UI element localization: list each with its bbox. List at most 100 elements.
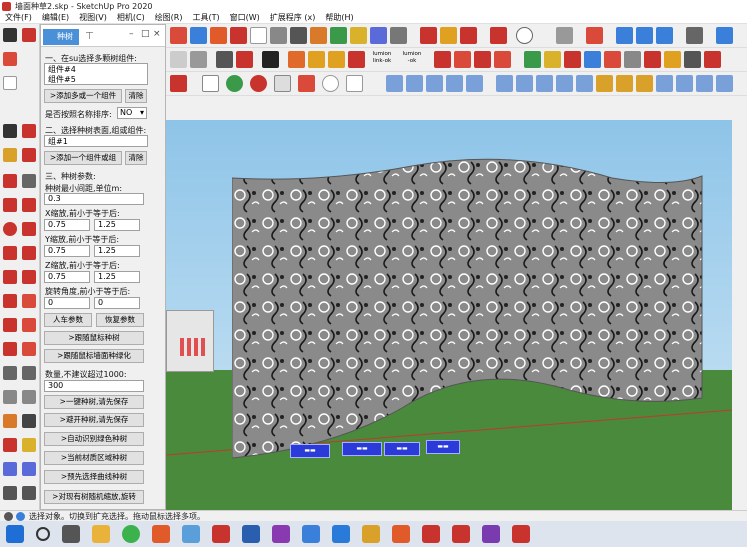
panel-tab-pin-icon[interactable]: ⊤ bbox=[85, 31, 94, 42]
extension-icon[interactable] bbox=[440, 27, 457, 44]
select-small-icon[interactable] bbox=[170, 51, 187, 68]
make-component-icon[interactable] bbox=[22, 124, 36, 138]
solid-tools-icon[interactable] bbox=[586, 27, 603, 44]
eye-icon[interactable] bbox=[3, 52, 17, 66]
group-list[interactable]: 组件#4 组件#5 bbox=[44, 63, 148, 85]
onenote-icon[interactable] bbox=[272, 525, 290, 543]
curve-plant-button[interactable]: >预先选择曲线种树 bbox=[44, 470, 144, 484]
pan-icon[interactable] bbox=[350, 27, 367, 44]
dice-icon[interactable] bbox=[202, 75, 219, 92]
menu-help[interactable]: 帮助(H) bbox=[320, 12, 358, 23]
box-g-icon[interactable] bbox=[516, 75, 533, 92]
tool-i-icon[interactable] bbox=[604, 51, 621, 68]
sphere-icon[interactable] bbox=[322, 75, 339, 92]
section-icon[interactable] bbox=[556, 27, 573, 44]
x-scale-max-input[interactable]: 1.25 bbox=[94, 219, 140, 231]
surface-input[interactable]: 组#1 bbox=[44, 135, 148, 147]
clear-components-button[interactable]: 清除 bbox=[125, 89, 147, 103]
tool-l-icon[interactable] bbox=[664, 51, 681, 68]
pushpull-tool-icon[interactable] bbox=[22, 294, 36, 308]
box-j-icon[interactable] bbox=[576, 75, 593, 92]
circle-tool-icon[interactable] bbox=[3, 222, 17, 236]
task-view-icon[interactable] bbox=[62, 525, 80, 543]
count-input[interactable]: 300 bbox=[44, 380, 144, 392]
x-scale-min-input[interactable]: 0.75 bbox=[44, 219, 90, 231]
close-icon[interactable]: × bbox=[153, 29, 161, 39]
add-multi-component-button[interactable]: >添加多或一个组件 bbox=[44, 89, 122, 103]
style-icon[interactable] bbox=[686, 27, 703, 44]
add-one-component-button[interactable]: >添加一个组件或组 bbox=[44, 151, 122, 165]
tape-tool-icon[interactable] bbox=[3, 366, 17, 380]
sort-select[interactable]: NO ▾ bbox=[117, 107, 147, 119]
move-tool-icon[interactable] bbox=[3, 294, 17, 308]
offset-icon[interactable] bbox=[250, 27, 267, 44]
restore-params-button[interactable]: 恢复参数 bbox=[96, 313, 144, 327]
axes-tool-icon[interactable] bbox=[3, 414, 17, 428]
circle-icon[interactable] bbox=[346, 75, 363, 92]
tool-n-icon[interactable] bbox=[704, 51, 721, 68]
pan-tool-icon[interactable] bbox=[22, 438, 36, 452]
tool-e-icon[interactable] bbox=[524, 51, 541, 68]
box-k-icon[interactable] bbox=[596, 75, 613, 92]
component-icon[interactable] bbox=[22, 28, 36, 42]
globe-icon[interactable] bbox=[226, 75, 243, 92]
layout-icon[interactable] bbox=[460, 27, 477, 44]
zoom-window-icon[interactable] bbox=[22, 462, 36, 476]
sun-icon[interactable] bbox=[288, 51, 305, 68]
line-icon[interactable] bbox=[22, 174, 36, 188]
warehouse-icon[interactable] bbox=[420, 27, 437, 44]
sketchup-task-icon-3[interactable] bbox=[512, 525, 530, 543]
lamp-icon[interactable] bbox=[328, 51, 345, 68]
tool-a-icon[interactable] bbox=[434, 51, 451, 68]
min-distance-input[interactable]: 0.3 bbox=[44, 193, 144, 205]
tool-j-icon[interactable] bbox=[624, 51, 641, 68]
app-yellow-icon[interactable] bbox=[362, 525, 380, 543]
shadow-icon[interactable] bbox=[716, 27, 733, 44]
box-a-icon[interactable] bbox=[386, 75, 403, 92]
tool-h-icon[interactable] bbox=[584, 51, 601, 68]
pencil-icon[interactable] bbox=[3, 174, 17, 188]
orbit-tool-icon[interactable] bbox=[3, 438, 17, 452]
eraser-small-icon[interactable] bbox=[190, 51, 207, 68]
minimize-icon[interactable]: – bbox=[129, 29, 134, 39]
tape-measure-icon[interactable] bbox=[270, 27, 287, 44]
avoid-plant-button[interactable]: >避开种树,请先保存 bbox=[44, 413, 144, 427]
curved-wall-with-plants[interactable] bbox=[232, 158, 722, 468]
menu-file[interactable]: 文件(F) bbox=[0, 12, 37, 23]
menu-edit[interactable]: 编辑(E) bbox=[37, 12, 74, 23]
clear-surface-button[interactable]: 清除 bbox=[125, 151, 147, 165]
material-icon[interactable] bbox=[298, 75, 315, 92]
z-scale-max-input[interactable]: 1.25 bbox=[94, 271, 140, 283]
axes-icon[interactable] bbox=[310, 27, 327, 44]
light-icon[interactable] bbox=[308, 51, 325, 68]
move-icon[interactable] bbox=[190, 27, 207, 44]
paint-bucket-icon[interactable] bbox=[170, 27, 187, 44]
push-pull-icon[interactable] bbox=[236, 51, 253, 68]
word-icon[interactable] bbox=[242, 525, 260, 543]
material-area-plant-button[interactable]: >当前材质区域种树 bbox=[44, 451, 144, 465]
arc3-icon[interactable] bbox=[22, 270, 36, 284]
iso-view-icon[interactable] bbox=[616, 27, 633, 44]
rotate-tool-icon[interactable] bbox=[3, 318, 17, 332]
tool-m-icon[interactable] bbox=[684, 51, 701, 68]
geo-icon[interactable] bbox=[16, 511, 25, 521]
menu-tools[interactable]: 工具(T) bbox=[188, 12, 225, 23]
box-p-icon[interactable] bbox=[696, 75, 713, 92]
select-arrow-icon[interactable] bbox=[3, 28, 17, 42]
cube-outline-icon[interactable] bbox=[274, 75, 291, 92]
scale-tool-icon[interactable] bbox=[3, 342, 17, 356]
sketchup-task-icon-2[interactable] bbox=[452, 525, 470, 543]
box-f-icon[interactable] bbox=[496, 75, 513, 92]
box-h-icon[interactable] bbox=[536, 75, 553, 92]
box-d-icon[interactable] bbox=[446, 75, 463, 92]
lumion-ok-button[interactable]: lumion -ok bbox=[398, 51, 426, 68]
tool-c-icon[interactable] bbox=[474, 51, 491, 68]
follow-mouse-wall-button[interactable]: >跟随鼠标墙面种绿化 bbox=[44, 349, 144, 363]
app-red-icon[interactable] bbox=[152, 525, 170, 543]
green-detect-plant-button[interactable]: >自动识别绿色种树 bbox=[44, 432, 144, 446]
pie-icon[interactable] bbox=[3, 270, 17, 284]
tool-k-icon[interactable] bbox=[644, 51, 661, 68]
tool-d-icon[interactable] bbox=[494, 51, 511, 68]
follow-mouse-plant-button[interactable]: >跟随鼠标种树 bbox=[44, 331, 144, 345]
paint-icon[interactable] bbox=[3, 148, 17, 162]
